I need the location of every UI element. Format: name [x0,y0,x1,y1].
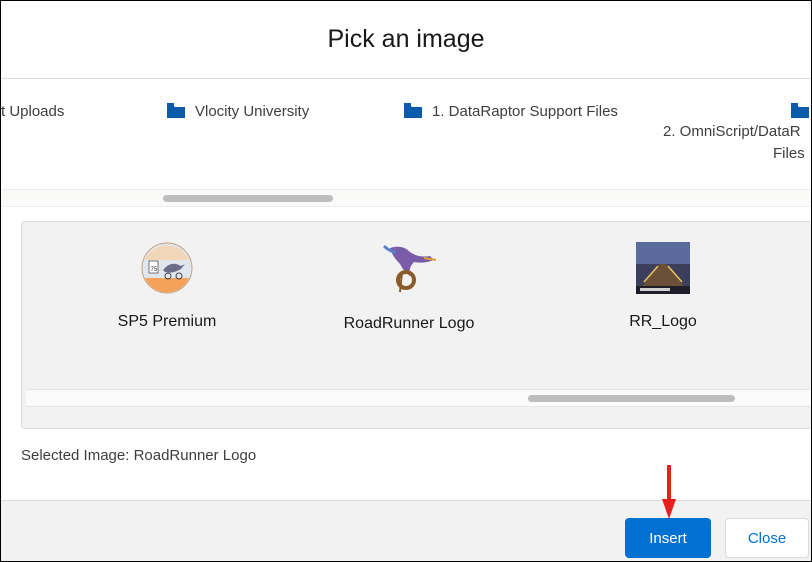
scrollbar-thumb[interactable] [163,195,333,202]
close-button[interactable]: Close [725,518,809,558]
selected-image-text: Selected Image: RoadRunner Logo [21,447,257,464]
folder-label: Vlocity University [195,103,310,120]
folder-label: 1. DataRaptor Support Files [432,103,618,120]
modal-title: Pick an image [327,25,485,53]
roadrunner-logo-thumbnail [382,244,437,293]
folder-label-line2: Files [773,145,805,162]
image-label: SP5 Premium [117,313,217,330]
image-item-rr-logo[interactable]: RR_Logo [608,242,718,331]
image-gallery: 75 SP5 Premium RoadRunner Logo RR_Logo [21,221,811,429]
image-label: RoadRunner Logo [343,315,475,332]
scrollbar-thumb[interactable] [528,395,735,402]
folder-label: 2. OmniScript/DataR [663,123,801,140]
folder-label: t Uploads [1,103,65,120]
folder-icon [791,103,809,118]
folder-item-vlocity-university[interactable]: Vlocity University [167,103,309,120]
folder-list: t Uploads Vlocity University 1. DataRapt… [1,79,811,189]
modal-footer: Insert Close [1,500,811,561]
gallery-horizontal-scrollbar[interactable] [26,389,811,407]
folder-icon [404,103,422,118]
folder-horizontal-scrollbar[interactable] [1,189,811,207]
folder-item-omniscript-files[interactable]: 2. OmniScript/DataR Files [663,101,811,162]
folder-icon [167,103,185,118]
folder-item-uploads[interactable]: t Uploads [1,103,64,120]
rr-logo-thumbnail [636,242,690,294]
modal-header: Pick an image [1,1,811,79]
image-item-roadrunner-logo[interactable]: RoadRunner Logo [329,242,489,333]
sp5-premium-thumbnail: 75 [141,242,193,294]
svg-text:75: 75 [151,267,158,273]
pick-image-modal: Pick an image t Uploads Vlocity Universi… [0,0,812,562]
image-item-sp5-premium[interactable]: 75 SP5 Premium [102,242,232,331]
image-label: RR_Logo [629,313,697,330]
annotation-arrow-icon [662,465,676,519]
insert-button[interactable]: Insert [625,518,711,558]
folder-item-dataraptor-support-files[interactable]: 1. DataRaptor Support Files [404,103,618,120]
